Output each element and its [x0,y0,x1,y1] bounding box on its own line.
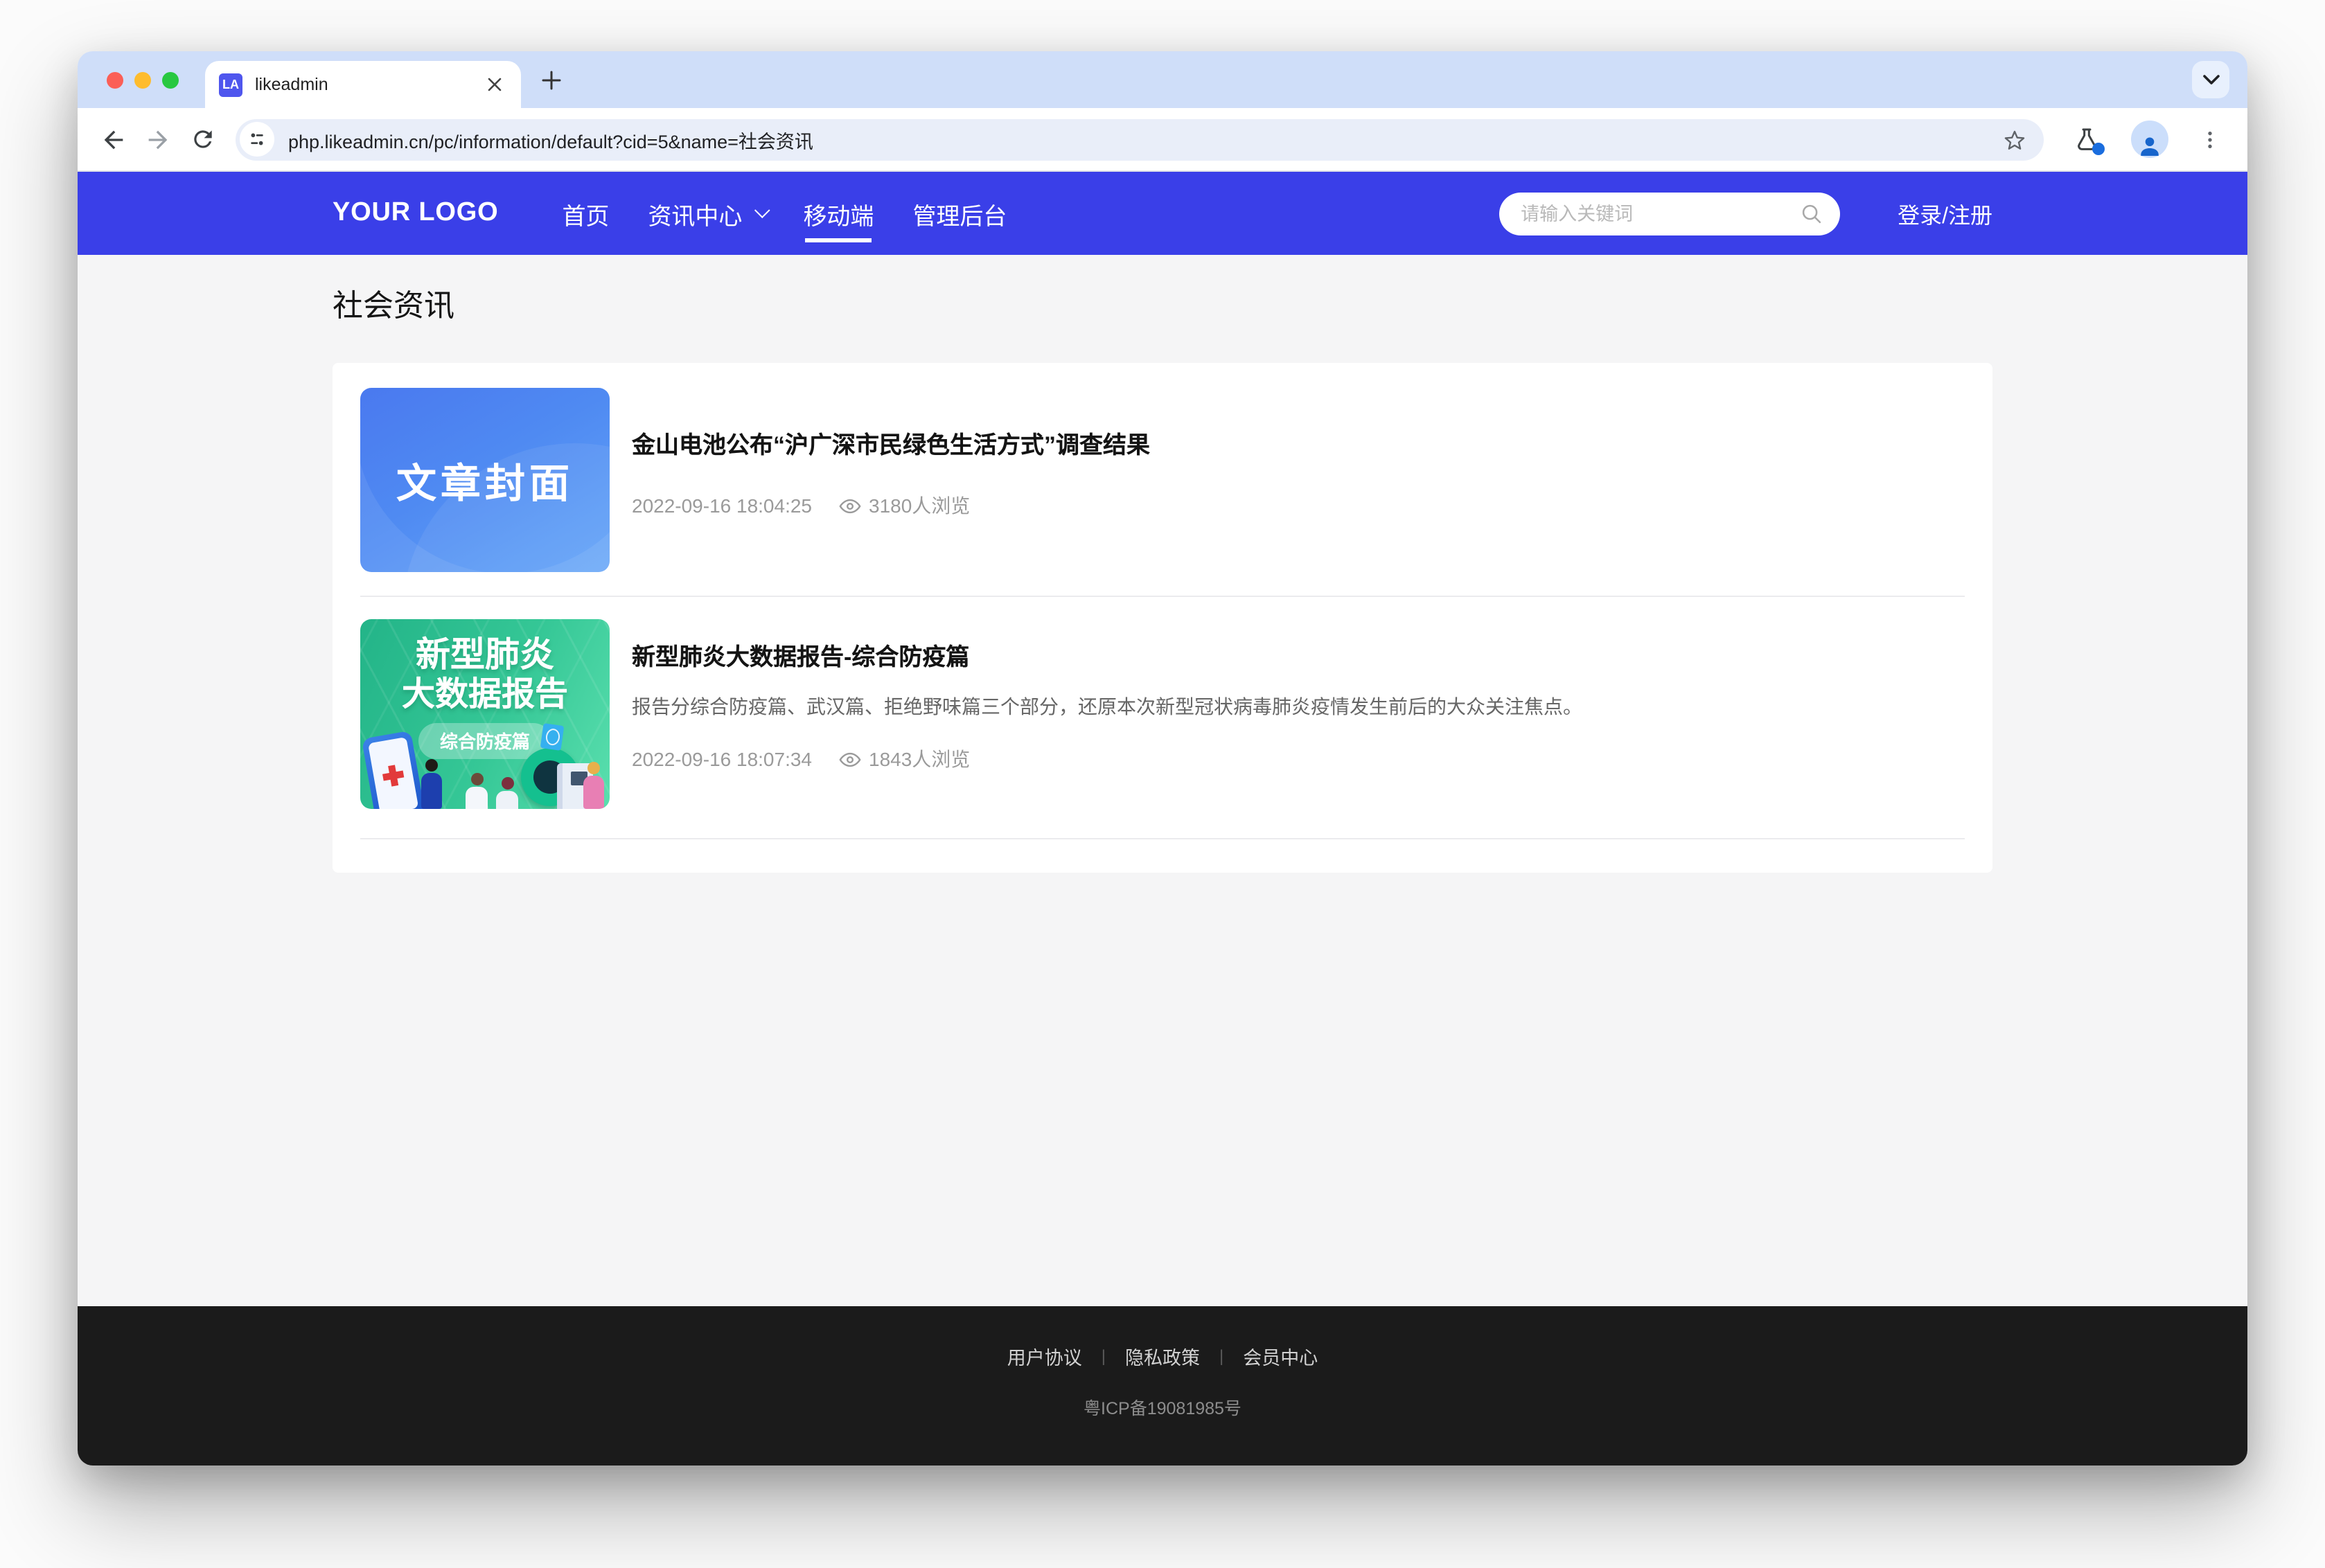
article-views: 3180人浏览 [869,492,970,519]
article-cover-image[interactable]: 文章封面 [360,388,610,572]
site-logo[interactable]: YOUR LOGO [333,198,498,229]
cover-title-line: 大数据报告 [360,676,610,714]
profile-avatar[interactable] [2131,121,2168,158]
page-title: 社会资讯 [333,255,1992,326]
nav-item-mobile[interactable]: 移动端 [784,172,893,255]
browser-tab[interactable]: LA likeadmin [205,61,521,108]
article-cover-image[interactable]: 新型肺炎 大数据报告 综合防疫篇 [360,619,610,809]
experiments-flask-icon[interactable] [2066,118,2107,160]
tab-strip: LA likeadmin [78,51,2247,108]
back-button[interactable] [91,117,136,161]
person-illustration [583,762,604,809]
nav-item-admin[interactable]: 管理后台 [893,172,1026,255]
close-window-button[interactable] [107,71,123,88]
forward-button[interactable] [136,117,180,161]
article-date: 2022-09-16 18:04:25 [632,495,812,517]
eye-icon [838,494,862,517]
zoom-window-button[interactable] [162,71,179,88]
site-footer: 用户协议 | 隐私政策 | 会员中心 粤ICP备19081985号 [78,1306,2247,1465]
article-list-card: 文章封面 金山电池公布“沪广深市民绿色生活方式”调查结果 2022-09-16 … [333,363,1992,873]
icp-record-number: 粤ICP备19081985号 [1084,1393,1241,1420]
flask-notification-dot [2092,142,2105,154]
site-settings-icon[interactable] [240,122,274,157]
article-title[interactable]: 新型肺炎大数据报告-综合防疫篇 [632,637,1965,672]
person-illustration [466,773,488,809]
site-nav-menu: 首页 资讯中心 移动端 管理后台 [542,172,1026,255]
person-illustration [496,777,518,809]
article-meta: 2022-09-16 18:04:25 3180人浏览 [632,492,1965,519]
footer-links: 用户协议 | 隐私政策 | 会员中心 [1007,1342,1318,1370]
tab-search-chevron-button[interactable] [2192,61,2229,98]
footer-separator: | [1102,1346,1106,1366]
article-title[interactable]: 金山电池公布“沪广深市民绿色生活方式”调查结果 [632,425,1965,460]
tab-title: likeadmin [255,75,482,94]
footer-link-user-agreement[interactable]: 用户协议 [1007,1342,1082,1370]
tab-favicon: LA [219,73,242,96]
eye-icon [838,747,862,771]
minimize-window-button[interactable] [134,71,151,88]
article-date: 2022-09-16 18:07:34 [632,748,812,770]
desktop: LA likeadmin [0,0,2325,1568]
cover-placeholder-text: 文章封面 [360,388,610,572]
keyword-search-box[interactable] [1499,192,1839,235]
chevron-down-icon [754,202,770,218]
person-illustration [421,759,442,809]
keyword-search-input[interactable] [1521,203,1799,224]
browser-menu-icon[interactable] [2192,121,2228,157]
browser-toolbar: php.likeadmin.cn/pc/information/default?… [78,108,2247,172]
nav-item-home[interactable]: 首页 [542,172,628,255]
site-navbar: YOUR LOGO 首页 资讯中心 移动端 管理后台 [78,172,2247,255]
address-bar[interactable]: php.likeadmin.cn/pc/information/default?… [236,118,2044,160]
row-divider [360,596,1965,597]
browser-window: LA likeadmin [78,51,2247,1465]
search-icon[interactable] [1799,202,1823,225]
footer-link-privacy-policy[interactable]: 隐私政策 [1125,1342,1200,1370]
article-description: 报告分综合防疫篇、武汉篇、拒绝野味篇三个部分，还原本次新型冠状病毒肺炎疫情发生前… [632,693,1965,722]
url-text[interactable]: php.likeadmin.cn/pc/information/default?… [288,125,2002,153]
nav-item-news-center[interactable]: 资讯中心 [628,172,784,255]
article-row[interactable]: 文章封面 金山电池公布“沪广深市民绿色生活方式”调查结果 2022-09-16 … [360,388,1965,572]
login-register-link[interactable]: 登录/注册 [1898,197,1992,230]
footer-link-member-center[interactable]: 会员中心 [1243,1342,1318,1370]
fingerprint-illustration [540,723,565,751]
tab-close-icon[interactable] [482,72,507,97]
footer-separator: | [1219,1346,1223,1366]
row-divider [360,838,1965,839]
window-controls [78,71,179,88]
article-meta: 2022-09-16 18:07:34 1843人浏览 [632,745,1965,773]
article-views: 1843人浏览 [869,745,970,773]
new-tab-button[interactable] [532,60,571,99]
cover-title-line: 新型肺炎 [360,619,610,676]
article-row[interactable]: 新型肺炎 大数据报告 综合防疫篇 [360,619,1965,809]
reload-button[interactable] [180,117,224,161]
bookmark-star-icon[interactable] [2002,127,2027,152]
page-content: 社会资讯 文章封面 金山电池公布“沪广深市民绿色生活方式”调查结果 2022- [78,255,2247,1306]
